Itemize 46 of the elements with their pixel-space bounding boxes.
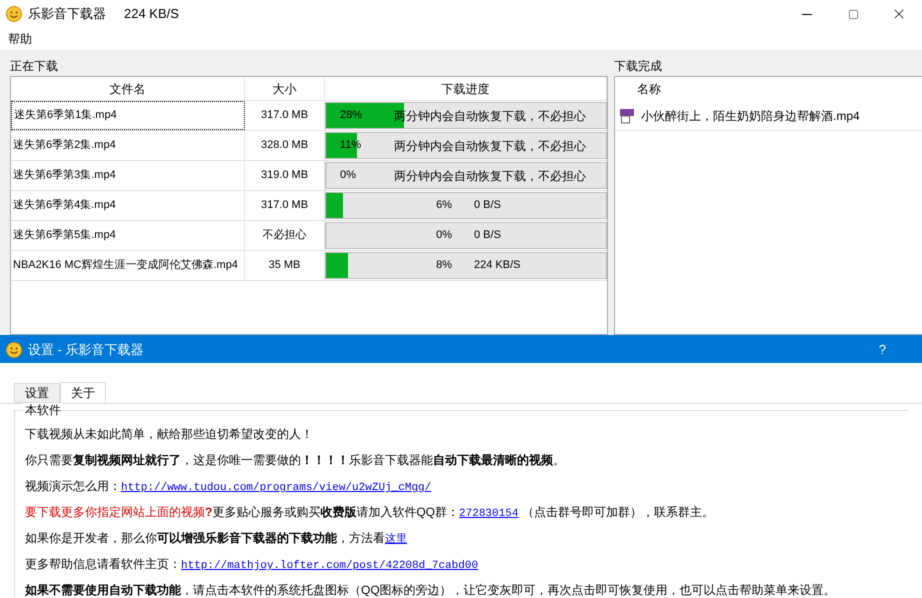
help-button[interactable]: ? — [878, 340, 886, 360]
video-file-icon — [619, 108, 635, 124]
speed-label: 224 KB/S — [124, 5, 179, 24]
file-name-cell[interactable]: 迷失第6季第3集.mp4 — [11, 161, 245, 190]
progress-percent: 0% — [340, 168, 357, 184]
file-name-cell[interactable]: NBA2K16 MC辉煌生涯一变成阿伦艾佛森.mp4 — [11, 251, 245, 280]
column-header[interactable]: 下载进度 — [325, 77, 607, 100]
progress-percent: 8% — [435, 258, 452, 274]
link[interactable]: http://www.tudou.com/programs/view/u2wZUj_cMgg/ — [121, 482, 432, 494]
column-header[interactable]: 文件名 — [11, 77, 245, 100]
speed-text: 0 B/S — [474, 228, 501, 244]
column-header[interactable]: 大小 — [245, 77, 325, 100]
about-text: 更多帮助信息请看软件主页：http://mathjoy.lofter.com/post/42208d_7cabd00 — [25, 556, 480, 574]
status-message: 两分钟内会自动恢复下载，不必担心 — [394, 138, 586, 154]
menu-item[interactable]: 帮助 — [0, 30, 40, 48]
progress-percent: 6% — [435, 198, 452, 214]
tab[interactable]: 关于 — [60, 382, 106, 404]
about-text: 你只需要复制视频网址就行了，这是你唯一需要做的！！！！乐影音下载器能自动下载最清晰的视频。 — [25, 452, 566, 469]
status-message: 两分钟内会自动恢复下载，不必担心 — [394, 168, 586, 184]
speed-text: 0 B/S — [474, 198, 501, 214]
about-text: 要下载更多你指定网站上面的视频?更多贴心服务或购买收费版请加入软件QQ群：272830154 （点击群号即可加群），联系群主。 — [25, 504, 715, 522]
link[interactable]: 这里 — [385, 534, 407, 546]
section-title: 下载完成 — [614, 58, 663, 75]
about-text: 下载视频从未如此简单，献给那些迫切希望改变的人！ — [25, 426, 314, 443]
file-name-cell[interactable]: 迷失第6季第1集.mp4 — [11, 101, 245, 130]
column-header[interactable]: 名称 — [615, 77, 661, 101]
speed-text: 224 KB/S — [474, 258, 520, 274]
file-name-cell[interactable]: 迷失第6季第2集.mp4 — [11, 131, 245, 160]
smiley-icon — [6, 342, 22, 358]
maximize-icon — [848, 8, 858, 20]
link[interactable]: 272830154 — [459, 508, 518, 520]
link[interactable]: http://mathjoy.lofter.com/post/42208d_7cabd00 — [181, 560, 478, 572]
smiley-icon — [6, 6, 22, 22]
about-text: 如果你是开发者，那么你可以增强乐影音下载器的下载功能，方法看这里 — [25, 530, 408, 548]
section-title: 正在下载 — [10, 58, 59, 75]
progress-percent: 28% — [340, 108, 364, 124]
dialog-title: 设置 - 乐影音下载器 — [28, 340, 144, 359]
window-title: 乐影音下载器 — [28, 5, 106, 24]
file-name-cell[interactable]: 迷失第6季第5集.mp4 — [11, 221, 245, 250]
about-text: 如果不需要使用自动下载功能，请点击本软件的系统托盘图标（QQ图标的旁边），让它变灰即可，再次点击即可恢复使用，也可以点击帮助菜单来设置。 — [25, 582, 837, 598]
group-title: 本软件 — [23, 403, 63, 417]
file-name-cell[interactable]: 迷失第6季第4集.mp4 — [11, 191, 245, 220]
completed-file-name[interactable]: 小伙醉街上，陌生奶奶陪身边帮解酒.mp4 — [641, 106, 860, 124]
progress-percent: 0% — [435, 228, 452, 244]
about-text: 视频演示怎么用：http://www.tudou.com/programs/view/u2wZUj_cMgg/ — [25, 478, 432, 496]
tab[interactable]: 设置 — [14, 383, 60, 403]
